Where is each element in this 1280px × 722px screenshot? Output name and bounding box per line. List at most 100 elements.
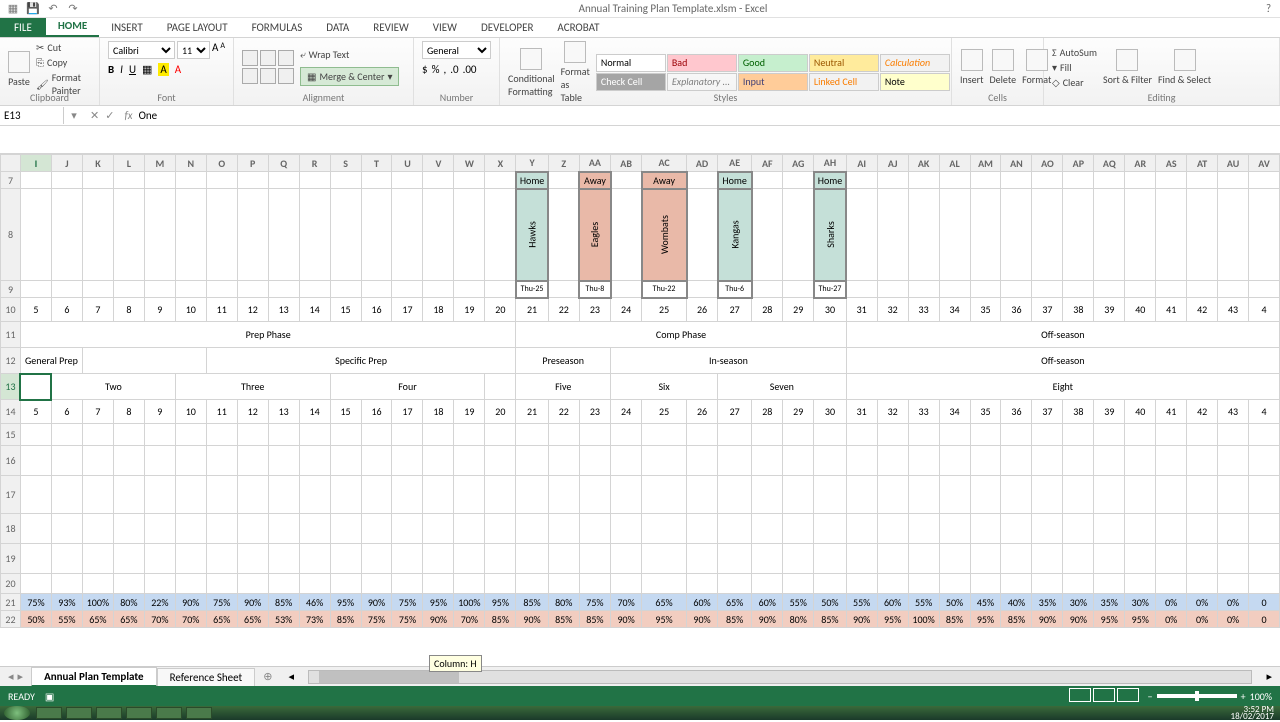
system-tray[interactable]: 3:52 PM18/02/2017	[1231, 706, 1280, 720]
increase-decimal-button[interactable]: .0	[450, 63, 458, 76]
style-calculation[interactable]: Calculation	[880, 54, 950, 72]
font-size-select[interactable]: 11	[177, 41, 210, 59]
border-button[interactable]: ▦	[142, 63, 152, 76]
enter-formula-icon[interactable]: ✓	[105, 109, 114, 122]
cell-styles-gallery[interactable]: Normal Bad Good Neutral Calculation Chec…	[596, 54, 950, 91]
group-label-number: Number	[414, 91, 499, 104]
scroll-tooltip: Column: H	[429, 655, 482, 672]
help-icon[interactable]: ?	[1266, 2, 1280, 15]
style-check-cell[interactable]: Check Cell	[596, 73, 666, 91]
formula-bar: E13 ▾ ✕ ✓ fx	[0, 106, 1280, 126]
bold-button[interactable]: B	[108, 63, 114, 76]
find-select-button[interactable]: Find & Select	[1158, 49, 1211, 86]
scroll-left-icon[interactable]: ◂	[288, 670, 294, 683]
macro-record-icon[interactable]: ▣	[45, 690, 54, 703]
style-note[interactable]: Note	[880, 73, 950, 91]
add-sheet-button[interactable]: ⊕	[255, 670, 280, 683]
group-label-styles: Styles	[500, 91, 951, 104]
excel-icon: ▦	[6, 2, 20, 16]
copy-button[interactable]: ⎘ Copy	[36, 56, 91, 69]
sort-filter-button[interactable]: Sort & Filter	[1103, 49, 1152, 86]
decrease-font-icon[interactable]: A	[220, 41, 225, 59]
zoom-control[interactable]: −+ 100%	[1148, 690, 1272, 703]
tab-review[interactable]: REVIEW	[361, 18, 421, 37]
font-color-button[interactable]: A	[175, 63, 181, 76]
delete-cells-button[interactable]: Delete	[990, 49, 1017, 86]
tab-data[interactable]: DATA	[314, 18, 361, 37]
window-title: Annual Training Plan Template.xlsm - Exc…	[80, 2, 1266, 15]
tab-home[interactable]: HOME	[46, 16, 99, 37]
paste-button[interactable]: Paste	[8, 51, 30, 88]
taskbar-excel[interactable]	[156, 707, 182, 719]
cut-button[interactable]: ✂ Cut	[36, 41, 91, 54]
status-bar: READY ▣ −+ 100%	[0, 686, 1280, 706]
increase-font-icon[interactable]: A	[212, 41, 218, 59]
cancel-formula-icon[interactable]: ✕	[90, 109, 99, 122]
underline-button[interactable]: U	[129, 63, 136, 76]
decrease-decimal-button[interactable]: .00	[463, 63, 477, 76]
wrap-text-button[interactable]: ⤶ Wrap Text	[300, 48, 399, 61]
style-explanatory[interactable]: Explanatory ...	[667, 73, 737, 91]
fill-button[interactable]: ▾ Fill	[1052, 61, 1097, 74]
tab-developer[interactable]: DEVELOPER	[469, 18, 545, 37]
style-neutral[interactable]: Neutral	[809, 54, 879, 72]
group-label-editing: Editing	[1044, 91, 1279, 104]
ribbon: Paste ✂ Cut ⎘ Copy 🖌 Format Painter Clip…	[0, 38, 1280, 106]
fx-icon[interactable]: fx	[120, 109, 136, 122]
fill-color-button[interactable]: A	[158, 63, 168, 76]
insert-cells-button[interactable]: Insert	[960, 49, 984, 86]
group-label-font: Font	[100, 91, 233, 104]
style-linked-cell[interactable]: Linked Cell	[809, 73, 879, 91]
group-label-alignment: Alignment	[234, 91, 413, 104]
tab-insert[interactable]: INSERT	[99, 18, 155, 37]
name-box[interactable]: E13	[0, 107, 64, 124]
save-icon[interactable]: 💾	[26, 2, 40, 16]
ribbon-tabs: FILE HOME INSERT PAGE LAYOUT FORMULAS DA…	[0, 18, 1280, 38]
autosum-button[interactable]: Σ AutoSum	[1052, 46, 1097, 59]
tab-page-layout[interactable]: PAGE LAYOUT	[155, 18, 240, 37]
style-input[interactable]: Input	[738, 73, 808, 91]
sheet-tab-bar: ◂▸ Annual Plan Template Reference Sheet …	[0, 666, 1280, 686]
group-label-clipboard: Clipboard	[0, 91, 99, 104]
taskbar-explorer[interactable]	[66, 707, 92, 719]
tab-view[interactable]: VIEW	[421, 18, 469, 37]
merge-center-button[interactable]: ▦ Merge & Center ▾	[300, 67, 399, 86]
sheet-nav-buttons[interactable]: ◂▸	[0, 670, 31, 683]
quick-access-toolbar: ▦ 💾 ↶ ↷	[0, 2, 80, 16]
zoom-level: 100%	[1250, 690, 1272, 703]
clear-button[interactable]: ◇ Clear	[1052, 76, 1097, 89]
style-bad[interactable]: Bad	[667, 54, 737, 72]
tab-formulas[interactable]: FORMULAS	[240, 18, 315, 37]
number-format-select[interactable]: General	[422, 41, 491, 59]
style-good[interactable]: Good	[738, 54, 808, 72]
alignment-buttons[interactable]	[242, 50, 294, 84]
view-buttons[interactable]	[1068, 688, 1140, 705]
redo-icon[interactable]: ↷	[66, 2, 80, 16]
font-name-select[interactable]: Calibri	[108, 41, 175, 59]
sheet-tab-annual-plan[interactable]: Annual Plan Template	[31, 667, 157, 687]
taskbar-media[interactable]	[96, 707, 122, 719]
percent-button[interactable]: %	[432, 63, 440, 76]
status-ready: READY	[8, 690, 35, 703]
tab-acrobat[interactable]: ACROBAT	[545, 18, 611, 37]
title-bar: ▦ 💾 ↶ ↷ Annual Training Plan Template.xl…	[0, 0, 1280, 18]
formula-expand-area	[0, 126, 1280, 154]
comma-button[interactable]: ,	[443, 63, 446, 76]
italic-button[interactable]: I	[120, 63, 123, 76]
start-button[interactable]	[4, 706, 30, 720]
tab-file[interactable]: FILE	[0, 18, 46, 37]
taskbar-chrome[interactable]	[126, 707, 152, 719]
horizontal-scrollbar[interactable]: Column: H	[308, 670, 1252, 684]
taskbar-powerpoint[interactable]	[186, 707, 212, 719]
style-normal[interactable]: Normal	[596, 54, 666, 72]
spreadsheet-grid[interactable]: IJKLMNOPQRSTUVWXYZAAABACADAEAFAGAHAIAJAK…	[0, 154, 1280, 656]
conditional-formatting-button[interactable]: Conditional Formatting	[508, 48, 555, 98]
formula-input[interactable]	[137, 107, 1280, 124]
taskbar-ie[interactable]	[36, 707, 62, 719]
windows-taskbar: 3:52 PM18/02/2017	[0, 706, 1280, 720]
sheet-tab-reference[interactable]: Reference Sheet	[157, 668, 256, 686]
group-label-cells: Cells	[952, 91, 1043, 104]
currency-button[interactable]: $	[422, 63, 428, 76]
scroll-right-icon[interactable]: ▸	[1266, 670, 1272, 683]
undo-icon[interactable]: ↶	[46, 2, 60, 16]
